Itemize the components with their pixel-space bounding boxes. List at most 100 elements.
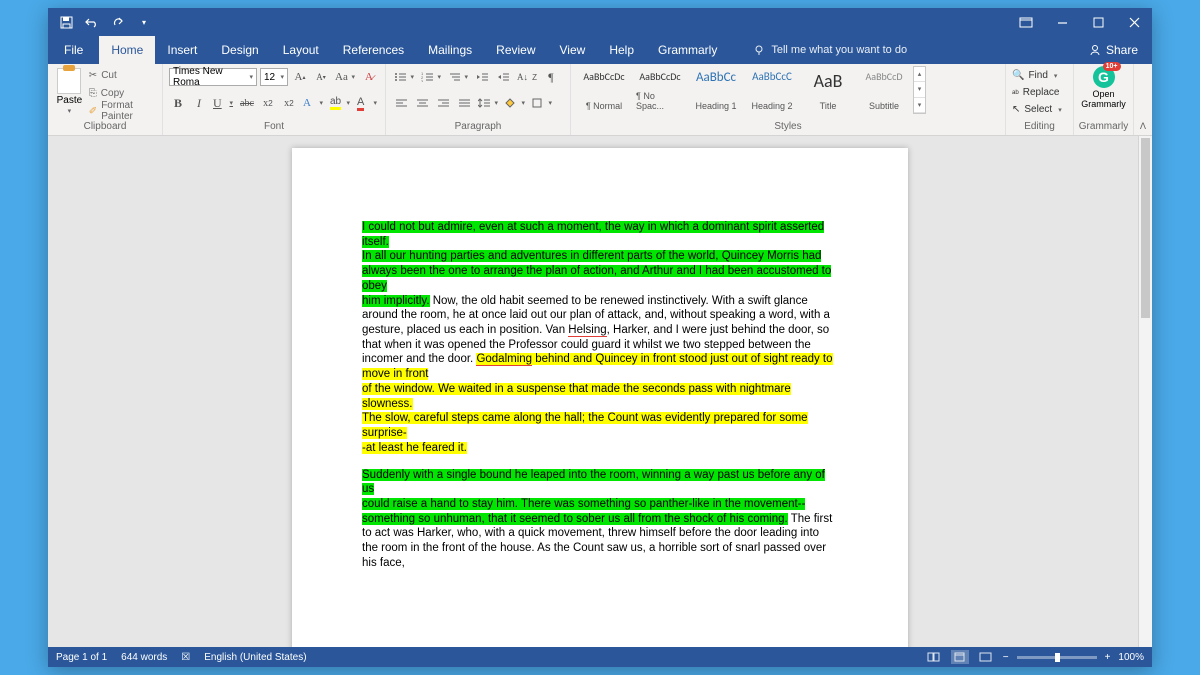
find-button[interactable]: 🔍Find▾ <box>1012 68 1062 83</box>
vertical-scrollbar[interactable] <box>1138 136 1152 647</box>
tab-home[interactable]: Home <box>99 36 155 64</box>
show-marks-button[interactable]: ¶ <box>542 68 560 86</box>
print-layout-button[interactable] <box>951 650 969 664</box>
text-highlighted-green[interactable]: I could not but admire, even at such a m… <box>362 221 824 248</box>
grow-font-button[interactable]: A▴ <box>291 68 309 86</box>
copy-button[interactable]: ⎘Copy <box>89 85 156 101</box>
cut-button[interactable]: ✂Cut <box>89 67 156 83</box>
save-icon[interactable] <box>58 14 74 30</box>
align-center-button[interactable] <box>413 94 431 112</box>
tell-me-search[interactable]: Tell me what you want to do <box>753 44 907 56</box>
tab-insert[interactable]: Insert <box>155 36 209 64</box>
text-highlighted-green[interactable]: could raise a hand to stay him. There wa… <box>362 498 805 510</box>
text-highlighted-green[interactable]: something so unhuman, that it seemed to … <box>362 513 788 525</box>
borders-button[interactable]: ▾ <box>530 94 554 112</box>
text-highlighted-yellow[interactable]: -at least he feared it. <box>362 442 467 454</box>
style-scroll-up[interactable]: ▴ <box>914 67 925 82</box>
replace-button[interactable]: ᵃᵇReplace <box>1012 85 1062 100</box>
page[interactable]: I could not but admire, even at such a m… <box>292 148 908 647</box>
underline-button[interactable]: U▾ <box>211 94 235 112</box>
read-mode-button[interactable] <box>925 650 943 664</box>
multilevel-list-button[interactable]: ▾ <box>446 68 470 86</box>
zoom-level[interactable]: 100% <box>1118 652 1144 663</box>
zoom-out-button[interactable]: − <box>1003 652 1009 663</box>
bullets-button[interactable]: ▾ <box>392 68 416 86</box>
spellcheck-word[interactable]: Helsing <box>568 324 606 337</box>
style-no-spacing[interactable]: AaBbCcDc¶ No Spac... <box>633 66 687 114</box>
grammarly-button-label[interactable]: Open Grammarly <box>1080 90 1127 110</box>
ribbon-display-icon[interactable] <box>1008 8 1044 36</box>
grammarly-icon[interactable]: G10+ <box>1093 66 1115 88</box>
style-title[interactable]: AaBTitle <box>801 66 855 114</box>
redo-icon[interactable] <box>110 14 126 30</box>
text-highlighted-yellow[interactable]: of the window. We waited in a suspense t… <box>362 383 791 410</box>
bold-button[interactable]: B <box>169 94 187 112</box>
justify-button[interactable] <box>455 94 473 112</box>
web-layout-button[interactable] <box>977 650 995 664</box>
font-name-selector[interactable]: Times New Roma▾ <box>169 68 257 86</box>
spellcheck-word[interactable]: Godalming <box>476 353 532 366</box>
font-size-selector[interactable]: 12▾ <box>260 68 288 86</box>
tab-file[interactable]: File <box>48 36 99 64</box>
zoom-slider[interactable] <box>1017 656 1097 659</box>
tab-design[interactable]: Design <box>209 36 270 64</box>
strikethrough-button[interactable]: abc <box>238 94 256 112</box>
increase-indent-button[interactable] <box>494 68 512 86</box>
italic-button[interactable]: I <box>190 94 208 112</box>
document-content[interactable]: I could not but admire, even at such a m… <box>362 220 838 571</box>
decrease-indent-button[interactable] <box>473 68 491 86</box>
minimize-button[interactable] <box>1044 8 1080 36</box>
status-words[interactable]: 644 words <box>121 652 167 663</box>
tab-layout[interactable]: Layout <box>271 36 331 64</box>
text-highlighted-yellow[interactable]: The slow, careful steps came along the h… <box>362 412 808 439</box>
proofing-icon[interactable]: ☒ <box>181 652 190 663</box>
qat-customize-icon[interactable]: ▾ <box>136 14 152 30</box>
style-subtitle[interactable]: AaBbCcDSubtitle <box>857 66 911 114</box>
style-heading2[interactable]: AaBbCcCHeading 2 <box>745 66 799 114</box>
select-button[interactable]: ↖Select▾ <box>1012 102 1062 117</box>
ribbon: Paste ▾ ✂Cut ⎘Copy ✐Format Painter Clipb… <box>48 64 1152 136</box>
font-name-value: Times New Roma <box>173 66 249 88</box>
numbering-button[interactable]: 123▾ <box>419 68 443 86</box>
text-effects-button[interactable]: A▾ <box>301 94 325 112</box>
sort-button[interactable]: A↓Z <box>515 68 539 86</box>
line-spacing-button[interactable]: ▾ <box>476 94 500 112</box>
status-page[interactable]: Page 1 of 1 <box>56 652 107 663</box>
collapse-ribbon-button[interactable]: ᐱ <box>1134 64 1152 135</box>
style-heading1[interactable]: AaBbCcHeading 1 <box>689 66 743 114</box>
status-language[interactable]: English (United States) <box>204 652 306 663</box>
format-painter-button[interactable]: ✐Format Painter <box>89 103 156 119</box>
paste-button[interactable]: Paste ▾ <box>54 66 85 115</box>
superscript-button[interactable]: x2 <box>280 94 298 112</box>
font-color-button[interactable]: A▾ <box>355 94 379 112</box>
text-highlighted-green[interactable]: Suddenly with a single bound he leaped i… <box>362 469 825 496</box>
zoom-in-button[interactable]: + <box>1105 652 1111 663</box>
svg-text:3: 3 <box>421 79 424 82</box>
text-highlighted-green[interactable]: always been the one to arrange the plan … <box>362 265 831 292</box>
highlight-button[interactable]: ab▾ <box>328 94 352 112</box>
tab-grammarly[interactable]: Grammarly <box>646 36 729 64</box>
undo-icon[interactable] <box>84 14 100 30</box>
maximize-button[interactable] <box>1080 8 1116 36</box>
text-highlighted-green[interactable]: In all our hunting parties and adventure… <box>362 250 821 262</box>
tab-references[interactable]: References <box>331 36 416 64</box>
change-case-button[interactable]: Aa▾ <box>333 68 357 86</box>
align-left-button[interactable] <box>392 94 410 112</box>
align-right-button[interactable] <box>434 94 452 112</box>
share-button[interactable]: Share <box>1075 43 1152 57</box>
style-normal[interactable]: AaBbCcDc¶ Normal <box>577 66 631 114</box>
tab-view[interactable]: View <box>548 36 598 64</box>
shading-button[interactable]: ▾ <box>503 94 527 112</box>
clear-formatting-button[interactable]: A̷ <box>360 68 378 86</box>
shrink-font-button[interactable]: A▾ <box>312 68 330 86</box>
tab-review[interactable]: Review <box>484 36 547 64</box>
grammarly-badge: 10+ <box>1103 62 1121 71</box>
scrollbar-thumb[interactable] <box>1141 138 1150 318</box>
tab-help[interactable]: Help <box>597 36 646 64</box>
style-gallery-more[interactable]: ▾ <box>914 98 925 113</box>
subscript-button[interactable]: x2 <box>259 94 277 112</box>
tab-mailings[interactable]: Mailings <box>416 36 484 64</box>
close-button[interactable] <box>1116 8 1152 36</box>
style-scroll-down[interactable]: ▾ <box>914 82 925 97</box>
text-highlighted-green[interactable]: him implicitly. <box>362 295 430 307</box>
